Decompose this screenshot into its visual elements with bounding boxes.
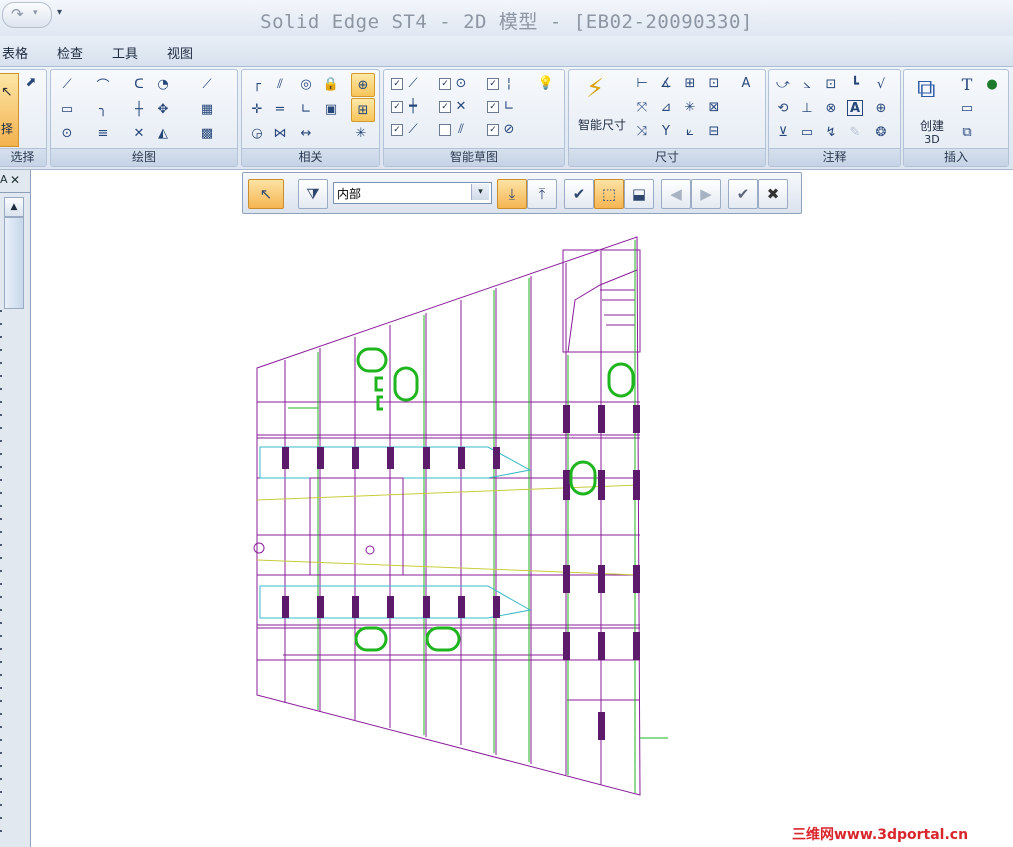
hole-circle xyxy=(365,545,375,555)
top-box-curve xyxy=(567,269,638,353)
rectangle-select-button[interactable]: ⬚ xyxy=(594,179,624,209)
polygon-select-icon: ⬓ xyxy=(631,185,647,203)
yellow-line-lower xyxy=(256,559,641,576)
watermark: 三维网www.3dportal.cn xyxy=(792,827,969,843)
rectangle-select-icon: ⬚ xyxy=(601,185,617,203)
polygon-select-button[interactable]: ⬓ xyxy=(624,179,654,209)
arrow-left-icon: ◀ xyxy=(670,185,682,203)
outline-polygon xyxy=(256,236,641,796)
command-bar: ↖ ⧩ ⤓ ⤒ ✔ ⬚ ⬓ ◀ ▶ ✔ ✖ xyxy=(242,172,802,214)
inner-box xyxy=(309,477,404,576)
overlap-selection-button[interactable]: ⤒ xyxy=(527,179,557,209)
accept-button[interactable]: ✔ xyxy=(728,179,758,209)
selection-filter-button[interactable]: ⧩ xyxy=(298,179,328,209)
chevron-down-icon[interactable]: ▾ xyxy=(471,184,489,200)
close-icon: ✖ xyxy=(766,185,780,203)
upper-stiffener xyxy=(259,446,532,479)
drawing-geometry xyxy=(253,236,668,796)
top-box-lines xyxy=(600,289,635,326)
cancel-button[interactable]: ✖ xyxy=(758,179,788,209)
arrow-right-icon: ▶ xyxy=(700,185,712,203)
select-check-icon: ✔ xyxy=(572,185,586,203)
check-icon: ✔ xyxy=(736,185,750,203)
select-overlap-icon: ⤒ xyxy=(538,185,546,203)
edge-hole-circle xyxy=(253,542,265,554)
vertical-lines xyxy=(284,251,602,785)
select-accept-button[interactable]: ✔ xyxy=(564,179,594,209)
cursor-arrow-icon: ↖ xyxy=(259,185,273,203)
filter-icon: ⧩ xyxy=(306,185,320,203)
inside-selection-button[interactable]: ⤓ xyxy=(497,179,527,209)
selection-filter-value: 内部 xyxy=(337,187,362,201)
next-button[interactable]: ▶ xyxy=(691,179,721,209)
select-inside-icon: ⤓ xyxy=(508,185,516,203)
previous-button[interactable]: ◀ xyxy=(661,179,691,209)
green-lines xyxy=(288,240,668,793)
lower-stiffener xyxy=(259,585,532,619)
select-tool-button[interactable]: ↖ xyxy=(248,179,284,209)
